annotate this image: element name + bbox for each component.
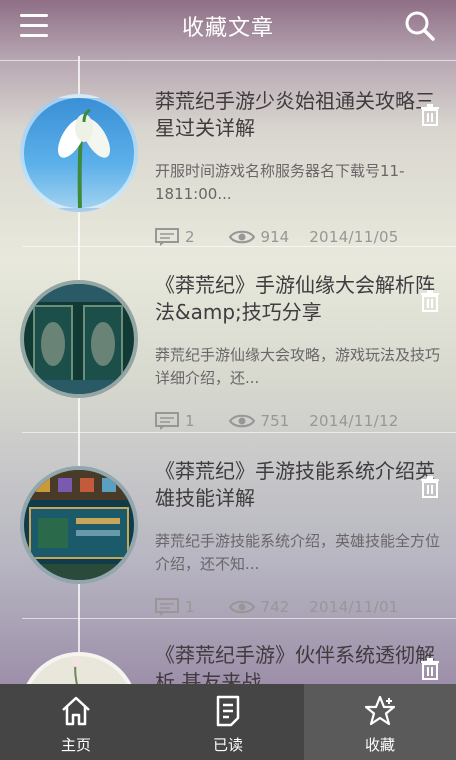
delete-icon[interactable] xyxy=(420,290,440,312)
article-thumbnail xyxy=(20,466,138,584)
comment-icon xyxy=(155,412,179,430)
list-item[interactable]: 《莽荒纪》手游技能系统介绍英雄技能详解 莽荒纪手游技能系统介绍，英雄技能全方位介… xyxy=(0,432,456,620)
view-count: 751 xyxy=(228,412,290,430)
view-count: 914 xyxy=(228,228,290,246)
article-date: 2014/11/05 xyxy=(309,228,399,246)
list-item[interactable]: 《莽荒纪手游》伙伴系统透彻解析 基友来战 xyxy=(0,618,456,684)
menu-icon[interactable] xyxy=(20,14,50,38)
comment-count-value: 2 xyxy=(185,228,195,246)
article-title[interactable]: 《莽荒纪手游》伙伴系统透彻解析 基友来战 xyxy=(155,642,447,684)
article-title[interactable]: 莽荒纪手游少炎始祖通关攻略三星过关详解 xyxy=(155,88,447,142)
list-item[interactable]: 莽荒纪手游少炎始祖通关攻略三星过关详解 开服时间游戏名称服务器名下载号11-18… xyxy=(0,60,456,248)
comment-count-value: 1 xyxy=(185,412,195,430)
delete-icon[interactable] xyxy=(420,476,440,498)
page-title: 收藏文章 xyxy=(181,16,274,41)
delete-icon[interactable] xyxy=(420,104,440,126)
article-summary: 莽荒纪手游仙缘大会攻略，游戏玩法及技巧详细介绍，还... xyxy=(155,346,441,387)
article-meta: 2 914 2014/11/05 xyxy=(155,228,399,246)
article-title[interactable]: 《莽荒纪》手游技能系统介绍英雄技能详解 xyxy=(155,458,447,512)
list-item[interactable]: 《莽荒纪》手游仙缘大会解析阵法&amp;技巧分享 莽荒纪手游仙缘大会攻略，游戏玩… xyxy=(0,246,456,434)
comment-count-value: 1 xyxy=(185,598,195,616)
article-title[interactable]: 《莽荒纪》手游仙缘大会解析阵法&amp;技巧分享 xyxy=(155,272,447,326)
tab-label: 主页 xyxy=(60,736,91,754)
article-date: 2014/11/01 xyxy=(309,598,399,616)
eye-icon xyxy=(228,230,255,244)
comment-count: 1 xyxy=(155,598,195,616)
app-header: 收藏文章 xyxy=(0,0,456,52)
home-icon xyxy=(62,696,90,726)
view-count-value: 751 xyxy=(260,412,290,430)
tab-favorites[interactable]: 收藏 xyxy=(304,684,456,760)
article-date: 2014/11/12 xyxy=(309,412,399,430)
comment-icon xyxy=(155,598,179,616)
tab-label: 收藏 xyxy=(364,736,395,754)
comment-count: 1 xyxy=(155,412,195,430)
article-thumbnail xyxy=(20,280,138,398)
tab-home[interactable]: 主页 xyxy=(0,684,152,760)
eye-icon xyxy=(228,600,255,614)
view-count-value: 914 xyxy=(260,228,290,246)
document-icon xyxy=(216,695,240,727)
tab-label: 已读 xyxy=(212,736,243,754)
article-thumbnail xyxy=(20,652,138,684)
bottom-tab-bar: 主页 已读 收藏 xyxy=(0,684,456,760)
article-thumbnail xyxy=(20,94,138,212)
view-count: 742 xyxy=(228,598,290,616)
comment-count: 2 xyxy=(155,228,195,246)
article-summary: 开服时间游戏名称服务器名下载号11-1811:00... xyxy=(155,162,405,203)
view-count-value: 742 xyxy=(260,598,290,616)
article-summary: 莽荒纪手游技能系统介绍，英雄技能全方位介绍，还不知... xyxy=(155,532,441,573)
eye-icon xyxy=(228,414,255,428)
delete-icon[interactable] xyxy=(420,658,440,680)
article-meta: 1 751 2014/11/12 xyxy=(155,412,399,430)
comment-icon xyxy=(155,228,179,246)
search-icon[interactable] xyxy=(404,10,436,42)
tab-read[interactable]: 已读 xyxy=(152,684,304,760)
article-meta: 1 742 2014/11/01 xyxy=(155,598,399,616)
star-icon xyxy=(364,695,396,726)
